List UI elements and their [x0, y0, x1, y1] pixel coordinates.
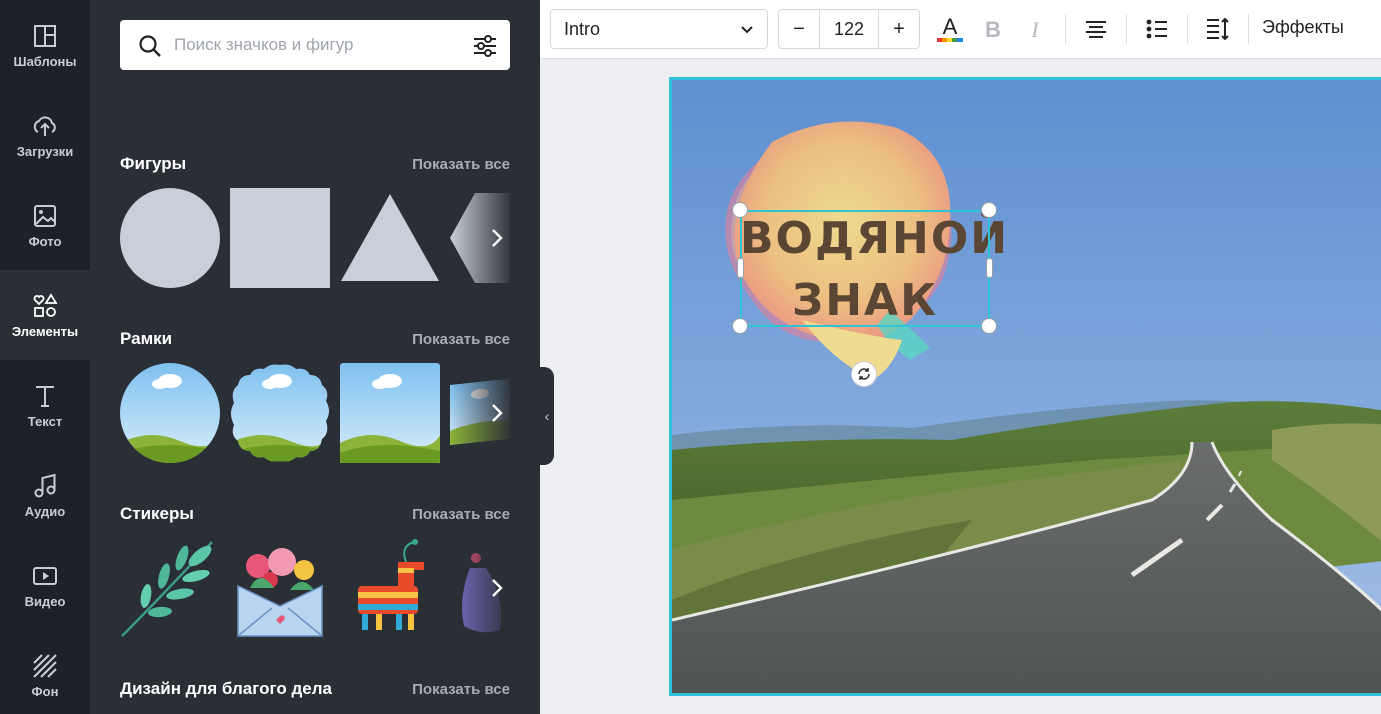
rotate-icon	[858, 368, 870, 380]
rail-item-label: Элементы	[11, 323, 79, 339]
section-title-shapes: Фигуры	[120, 154, 187, 173]
spacing-button[interactable]	[1202, 13, 1234, 45]
photo-icon	[34, 204, 56, 227]
pinata-llama-sticker[interactable]	[340, 538, 440, 638]
increase-font-size-button[interactable]: +	[879, 10, 919, 48]
envelope-flowers-sticker[interactable]	[230, 538, 330, 638]
stickers-row	[120, 538, 510, 638]
resize-handle-top-right[interactable]	[981, 202, 997, 218]
rail-item-elements[interactable]: Элементы	[0, 270, 90, 360]
background-icon	[33, 653, 57, 678]
upload-icon	[33, 115, 56, 136]
show-all-stickers-link[interactable]: Показать все	[410, 506, 510, 523]
section-title-frames: Рамки	[120, 329, 173, 348]
text-icon	[36, 385, 54, 407]
italic-button[interactable]: I	[1019, 13, 1051, 45]
chevron-right-icon	[492, 229, 503, 247]
rail-item-video[interactable]: Видео	[0, 540, 90, 630]
rail-item-label: Фон	[31, 683, 59, 699]
decrease-font-size-button[interactable]: −	[779, 10, 819, 48]
text-color-icon: A	[937, 14, 963, 42]
frames-row	[120, 363, 510, 463]
toolbar-divider	[1065, 14, 1066, 44]
show-all-shapes-link[interactable]: Показать все	[410, 156, 510, 173]
italic-icon: I	[1030, 17, 1040, 41]
font-size-stepper: − 122 +	[778, 9, 920, 49]
search-icon	[139, 35, 161, 57]
font-family-value: Intro	[564, 18, 601, 39]
elements-icon	[33, 292, 58, 317]
bullet-list-icon	[1146, 19, 1167, 39]
triangle-shape[interactable]	[340, 188, 440, 288]
text-toolbar: Intro − 122 + A B I Эффекты	[540, 0, 1381, 59]
filter-icon[interactable]	[472, 33, 498, 59]
svg-text:I: I	[1030, 17, 1040, 41]
selection-box[interactable]	[740, 210, 990, 327]
left-rail: Шаблоны Загрузки Фото Элементы Текст Ауд…	[0, 0, 90, 714]
shapes-next-button[interactable]	[484, 208, 510, 268]
chevron-right-icon	[492, 579, 503, 597]
chevron-down-icon	[741, 26, 753, 34]
resize-handle-left[interactable]	[737, 258, 744, 278]
resize-handle-bottom-right[interactable]	[981, 318, 997, 334]
rail-item-audio[interactable]: Аудио	[0, 450, 90, 540]
frames-next-button[interactable]	[484, 383, 510, 443]
font-size-input[interactable]: 122	[819, 10, 879, 48]
rail-item-templates[interactable]: Шаблоны	[0, 0, 90, 90]
circle-shape[interactable]	[120, 188, 220, 288]
circle-frame[interactable]	[120, 363, 220, 463]
toolbar-divider	[1248, 14, 1249, 44]
rail-item-label: Аудио	[24, 503, 66, 519]
rail-item-label: Фото	[28, 233, 62, 249]
toolbar-divider	[1126, 14, 1127, 44]
section-title-design-for-good: Дизайн для благого дела	[120, 679, 332, 698]
bold-button[interactable]: B	[977, 13, 1009, 45]
rail-item-label: Видео	[24, 593, 66, 609]
rail-item-background[interactable]: Фон	[0, 630, 90, 714]
rail-item-photos[interactable]: Фото	[0, 180, 90, 270]
svg-text:B: B	[985, 17, 1001, 41]
elements-panel: Фигуры Показать все Рамки Показать все	[90, 0, 540, 714]
rotate-handle[interactable]	[851, 361, 877, 387]
list-button[interactable]	[1141, 13, 1173, 45]
video-icon	[33, 566, 57, 585]
scalloped-frame[interactable]	[230, 363, 330, 463]
rail-item-label: Загрузки	[16, 143, 74, 159]
section-title-stickers: Стикеры	[120, 504, 194, 523]
show-all-design-for-good-link[interactable]: Показать все	[410, 681, 510, 698]
text-color-button[interactable]: A	[934, 13, 966, 45]
shapes-row	[120, 188, 510, 288]
resize-handle-bottom-left[interactable]	[732, 318, 748, 334]
toolbar-divider	[1187, 14, 1188, 44]
rail-item-uploads[interactable]: Загрузки	[0, 90, 90, 180]
show-all-frames-link[interactable]: Показать все	[410, 331, 510, 348]
align-center-button[interactable]	[1080, 13, 1112, 45]
square-shape[interactable]	[230, 188, 330, 288]
effects-button[interactable]: Эффекты	[1262, 17, 1344, 38]
search-input[interactable]	[174, 32, 464, 58]
leaf-branch-sticker[interactable]	[120, 538, 220, 638]
square-frame[interactable]	[340, 363, 440, 463]
templates-icon	[34, 24, 56, 47]
chevron-left-icon: ‹	[544, 408, 550, 424]
resize-handle-top-left[interactable]	[732, 202, 748, 218]
resize-handle-right[interactable]	[986, 258, 993, 278]
search-box[interactable]	[120, 20, 510, 70]
bold-icon: B	[985, 17, 1001, 41]
road-landscape-photo	[672, 80, 1381, 693]
design-canvas[interactable]: ВОДЯНОЙ ЗНАК	[669, 77, 1381, 696]
rail-item-label: Текст	[27, 413, 63, 429]
chevron-right-icon	[492, 404, 503, 422]
stickers-next-button[interactable]	[484, 558, 510, 618]
font-family-dropdown[interactable]: Intro	[550, 9, 768, 49]
svg-text:A: A	[943, 14, 958, 39]
rail-item-text[interactable]: Текст	[0, 360, 90, 450]
rail-item-label: Шаблоны	[13, 53, 77, 69]
line-spacing-icon	[1207, 17, 1229, 41]
align-center-icon	[1086, 21, 1106, 38]
collapse-panel-button[interactable]: ‹	[540, 367, 554, 465]
audio-icon	[34, 473, 56, 497]
